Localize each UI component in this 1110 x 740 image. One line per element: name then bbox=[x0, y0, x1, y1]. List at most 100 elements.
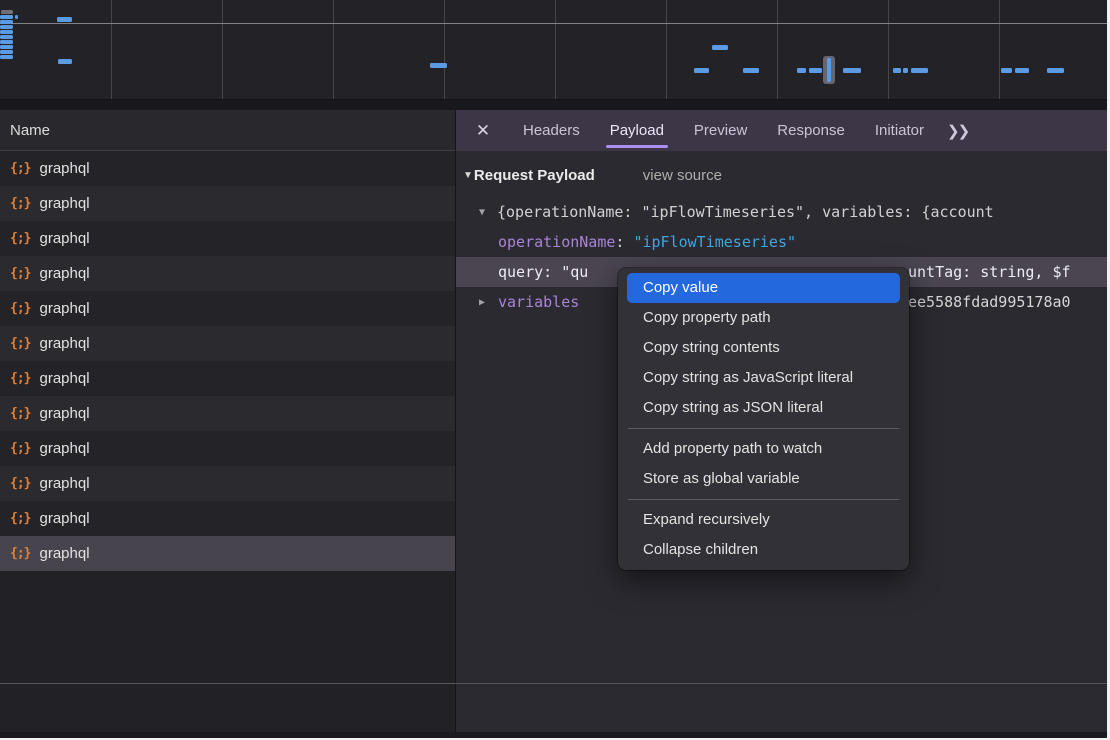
request-name: graphql bbox=[39, 335, 89, 352]
menu-item-copy-string-contents[interactable]: Copy string contents bbox=[627, 333, 900, 363]
network-request-row[interactable]: {;} graphql bbox=[0, 256, 455, 291]
tab-response[interactable]: Response bbox=[762, 110, 860, 151]
network-request-row[interactable]: {;} graphql bbox=[0, 361, 455, 396]
overview-gridline bbox=[333, 0, 334, 99]
overview-selection-marker[interactable] bbox=[823, 56, 835, 84]
network-activity-bar bbox=[0, 25, 13, 29]
network-activity-bar bbox=[0, 55, 13, 59]
tab-payload[interactable]: Payload bbox=[595, 110, 679, 151]
view-source-link[interactable]: view source bbox=[643, 167, 722, 184]
overview-gridline bbox=[777, 0, 778, 99]
json-braces-icon: {;} bbox=[10, 336, 30, 351]
network-activity-bar bbox=[58, 59, 72, 64]
network-activity-bar bbox=[911, 68, 928, 73]
payload-root-row[interactable]: ▼ {operationName: "ipFlowTimeseries", va… bbox=[456, 197, 1110, 227]
menu-item-copy-string-json-literal[interactable]: Copy string as JSON literal bbox=[627, 393, 900, 423]
network-request-row[interactable]: {;}graphql bbox=[0, 221, 455, 256]
network-activity-bar bbox=[797, 68, 806, 73]
overview-gridline bbox=[111, 0, 112, 99]
request-name: graphql bbox=[39, 440, 89, 457]
overview-separator bbox=[0, 100, 1110, 110]
tab-headers[interactable]: Headers bbox=[508, 110, 595, 151]
network-request-row[interactable]: {;} graphql bbox=[0, 326, 455, 361]
json-braces-icon: {;} bbox=[10, 371, 30, 386]
network-activity-bar bbox=[712, 45, 728, 50]
disclosure-triangle-icon[interactable]: ▼ bbox=[479, 207, 485, 218]
json-braces-icon: {;} bbox=[10, 301, 30, 316]
overview-gridline bbox=[444, 0, 445, 99]
network-activity-bar bbox=[57, 17, 72, 22]
menu-separator bbox=[628, 499, 899, 500]
network-activity-bar bbox=[0, 45, 13, 49]
json-braces-icon: {;} bbox=[10, 546, 30, 561]
request-name: graphql bbox=[39, 370, 89, 387]
network-request-row[interactable]: {;} graphql bbox=[0, 396, 455, 431]
overview-gridline bbox=[555, 0, 556, 99]
tab-initiator[interactable]: Initiator bbox=[860, 110, 939, 151]
more-tabs-button[interactable]: ❯❯ bbox=[947, 122, 968, 140]
context-menu: Copy value Copy property path Copy strin… bbox=[618, 268, 909, 570]
network-activity-bar bbox=[1015, 68, 1029, 73]
json-braces-icon: {;} bbox=[10, 231, 30, 246]
json-braces-icon: {;} bbox=[10, 406, 30, 421]
payload-section-title[interactable]: Request Payload bbox=[474, 167, 595, 184]
payload-section-header: ▼ Request Payload view source bbox=[456, 167, 1110, 184]
json-braces-icon: {;} bbox=[10, 196, 30, 211]
network-request-row-selected[interactable]: {;} graphql bbox=[0, 536, 455, 571]
network-activity-bar bbox=[893, 68, 901, 73]
tab-preview[interactable]: Preview bbox=[679, 110, 762, 151]
json-braces-icon: {;} bbox=[10, 441, 30, 456]
menu-item-copy-string-js-literal[interactable]: Copy string as JavaScript literal bbox=[627, 363, 900, 393]
menu-item-add-property-path-to-watch[interactable]: Add property path to watch bbox=[627, 434, 900, 464]
menu-item-collapse-children[interactable]: Collapse children bbox=[627, 535, 900, 565]
network-request-row[interactable]: {;} graphql bbox=[0, 186, 455, 221]
request-name: graphql bbox=[39, 265, 89, 282]
request-name: graphql bbox=[39, 405, 89, 422]
details-tabbar: ✕ Headers Payload Preview Response Initi… bbox=[456, 110, 1110, 151]
overview-baseline bbox=[0, 23, 1110, 24]
request-name: graphql bbox=[39, 195, 89, 212]
network-request-row[interactable]: {;}graphql bbox=[0, 501, 455, 536]
network-activity-bar bbox=[0, 15, 13, 19]
name-column-header[interactable]: Name bbox=[0, 110, 455, 151]
network-activity-bar bbox=[1047, 68, 1064, 73]
network-activity-bar bbox=[430, 63, 447, 68]
menu-item-expand-recursively[interactable]: Expand recursively bbox=[627, 505, 900, 535]
network-activity-bar bbox=[743, 68, 759, 73]
network-request-row[interactable]: {;} graphql bbox=[0, 151, 455, 186]
close-details-button[interactable]: ✕ bbox=[468, 121, 498, 141]
json-braces-icon: {;} bbox=[10, 511, 30, 526]
variables-row-right-fragment: ee5588fdad995178a0 bbox=[908, 293, 1071, 311]
menu-item-store-as-global-variable[interactable]: Store as global variable bbox=[627, 464, 900, 494]
json-braces-icon: {;} bbox=[10, 476, 30, 491]
query-row-right-fragment: untTag: string, $f bbox=[908, 263, 1071, 281]
object-preview: {operationName: "ipFlowTimeseries", vari… bbox=[497, 203, 994, 221]
network-activity-bar bbox=[0, 20, 13, 24]
network-request-list: Name {;} graphql {;} graphql {;} graphql {;… bbox=[0, 110, 455, 732]
query-row-left-fragment: query: "qu bbox=[498, 263, 588, 281]
network-activity-bar bbox=[0, 30, 13, 34]
menu-item-copy-property-path[interactable]: Copy property path bbox=[627, 303, 900, 333]
disclosure-triangle-icon[interactable]: ▼ bbox=[463, 170, 473, 181]
overview-gridline bbox=[222, 0, 223, 99]
property-value-string: "ipFlowTimeseries" bbox=[633, 233, 796, 251]
menu-separator bbox=[628, 428, 899, 429]
summary-bar-divider bbox=[0, 683, 1110, 684]
overview-gridline bbox=[888, 0, 889, 99]
network-activity-bar bbox=[809, 68, 822, 73]
overview-selection-marker-bar bbox=[827, 58, 831, 82]
network-activity-bar bbox=[0, 40, 13, 44]
request-name: graphql bbox=[39, 545, 89, 562]
network-request-row[interactable]: {;}graphql bbox=[0, 291, 455, 326]
network-request-row[interactable]: {;} graphql bbox=[0, 431, 455, 466]
network-activity-bar bbox=[0, 35, 13, 39]
json-braces-icon: {;} bbox=[10, 266, 30, 281]
request-name: graphql bbox=[39, 160, 89, 177]
payload-operationname-row[interactable]: operationName: "ipFlowTimeseries" bbox=[456, 227, 1110, 257]
json-braces-icon: {;} bbox=[10, 161, 30, 176]
request-name: graphql bbox=[39, 475, 89, 492]
menu-item-copy-value[interactable]: Copy value bbox=[627, 273, 900, 303]
network-overview-timeline[interactable] bbox=[0, 0, 1110, 100]
disclosure-triangle-icon[interactable]: ▶ bbox=[479, 297, 485, 308]
network-request-row[interactable]: {;} graphql bbox=[0, 466, 455, 501]
